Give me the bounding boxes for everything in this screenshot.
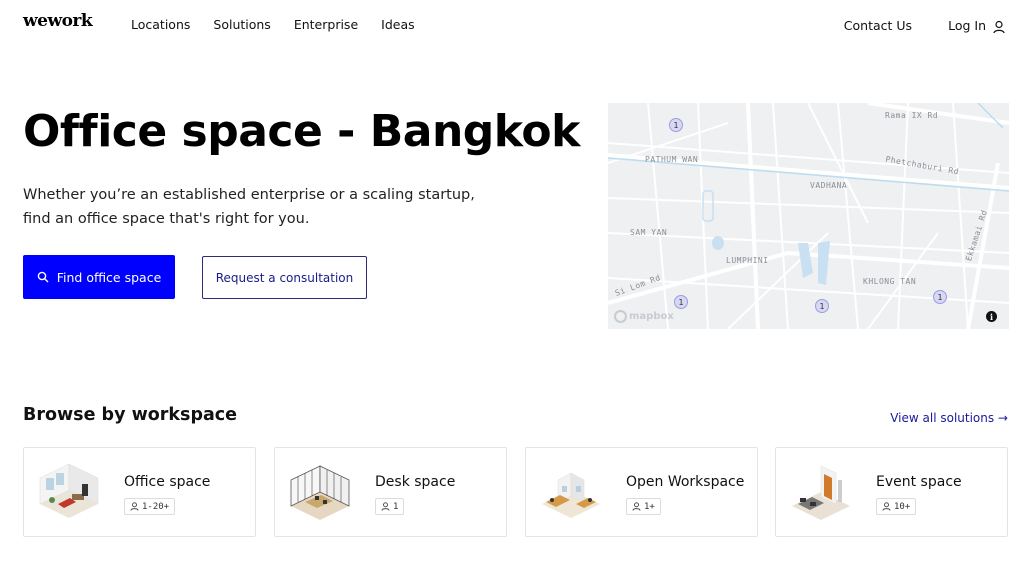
wework-logo[interactable]: wework <box>23 11 93 31</box>
map-label-rama-ix: Rama IX Rd <box>885 111 939 120</box>
person-icon <box>632 502 641 511</box>
view-all-solutions-link[interactable]: View all solutions → <box>890 411 1008 425</box>
nav-locations[interactable]: Locations <box>131 17 190 32</box>
card-title: Open Workspace <box>626 474 745 490</box>
info-icon[interactable]: i <box>986 311 997 322</box>
event-space-illustration <box>792 465 850 520</box>
main-nav: Locations Solutions Enterprise Ideas <box>131 17 438 32</box>
person-icon <box>882 502 891 511</box>
map-label-khlong-tan: KHLONG TAN <box>863 277 917 286</box>
capacity-badge: 1+ <box>626 498 661 515</box>
request-consultation-button[interactable]: Request a consultation <box>202 256 367 299</box>
search-icon <box>37 271 49 283</box>
log-in-link[interactable]: Log In <box>948 18 986 33</box>
map-location-pin[interactable]: 1 <box>933 290 947 304</box>
contact-us-link[interactable]: Contact Us <box>844 18 912 33</box>
office-space-illustration <box>39 463 99 518</box>
nav-enterprise[interactable]: Enterprise <box>294 17 358 32</box>
person-icon <box>381 502 390 511</box>
workspace-card-office-space[interactable]: Office space 1-20+ <box>23 447 256 537</box>
card-title: Desk space <box>375 474 456 490</box>
workspace-card-open-workspace[interactable]: Open Workspace 1+ <box>525 447 758 537</box>
browse-section-title: Browse by workspace <box>23 405 238 425</box>
nav-ideas[interactable]: Ideas <box>381 17 414 32</box>
map-label-pathum-wan: PATHUM WAN <box>645 155 699 164</box>
map-roads <box>608 103 1009 329</box>
map-label-lumphini: LUMPHINI <box>726 256 769 265</box>
capacity-badge: 10+ <box>876 498 917 515</box>
map-location-pin[interactable]: 1 <box>674 295 688 309</box>
capacity-value: 10+ <box>894 501 911 512</box>
nav-solutions[interactable]: Solutions <box>213 17 270 32</box>
capacity-value: 1-20+ <box>142 501 170 512</box>
workspace-card-desk-space[interactable]: Desk space 1 <box>274 447 507 537</box>
open-workspace-illustration <box>542 472 600 518</box>
map-location-pin[interactable]: 1 <box>815 299 829 313</box>
person-icon <box>130 502 139 511</box>
workspace-card-event-space[interactable]: Event space 10+ <box>775 447 1008 537</box>
user-icon[interactable] <box>992 19 1006 33</box>
card-title: Event space <box>876 474 962 490</box>
map-label-sam-yan: SAM YAN <box>630 228 668 237</box>
mapbox-circle-icon <box>614 310 627 323</box>
capacity-value: 1 <box>393 501 399 512</box>
desk-space-illustration <box>290 465 350 520</box>
site-header: wework Locations Solutions Enterprise Id… <box>0 0 1024 52</box>
location-map[interactable]: Rama IX Rd PATHUM WAN Phetchaburi Rd VAD… <box>608 103 1009 329</box>
mapbox-attribution: mapbox <box>629 311 674 322</box>
find-office-space-button[interactable]: Find office space <box>23 255 175 299</box>
header-actions: Contact Us Log In <box>844 18 1006 33</box>
hero-subtitle: Whether you’re an established enterprise… <box>23 187 475 227</box>
card-title: Office space <box>124 474 211 490</box>
capacity-value: 1+ <box>644 501 655 512</box>
page-title: Office space - Bangkok <box>23 106 580 157</box>
find-office-space-label: Find office space <box>56 269 162 285</box>
map-location-pin[interactable]: 1 <box>669 118 683 132</box>
capacity-badge: 1 <box>375 498 405 515</box>
mapbox-logo[interactable]: mapbox <box>614 310 674 323</box>
workspace-cards: Office space 1-20+ Desk space 1 Open Wor… <box>23 447 1009 537</box>
map-label-vadhana: VADHANA <box>810 181 848 190</box>
capacity-badge: 1-20+ <box>124 498 176 515</box>
